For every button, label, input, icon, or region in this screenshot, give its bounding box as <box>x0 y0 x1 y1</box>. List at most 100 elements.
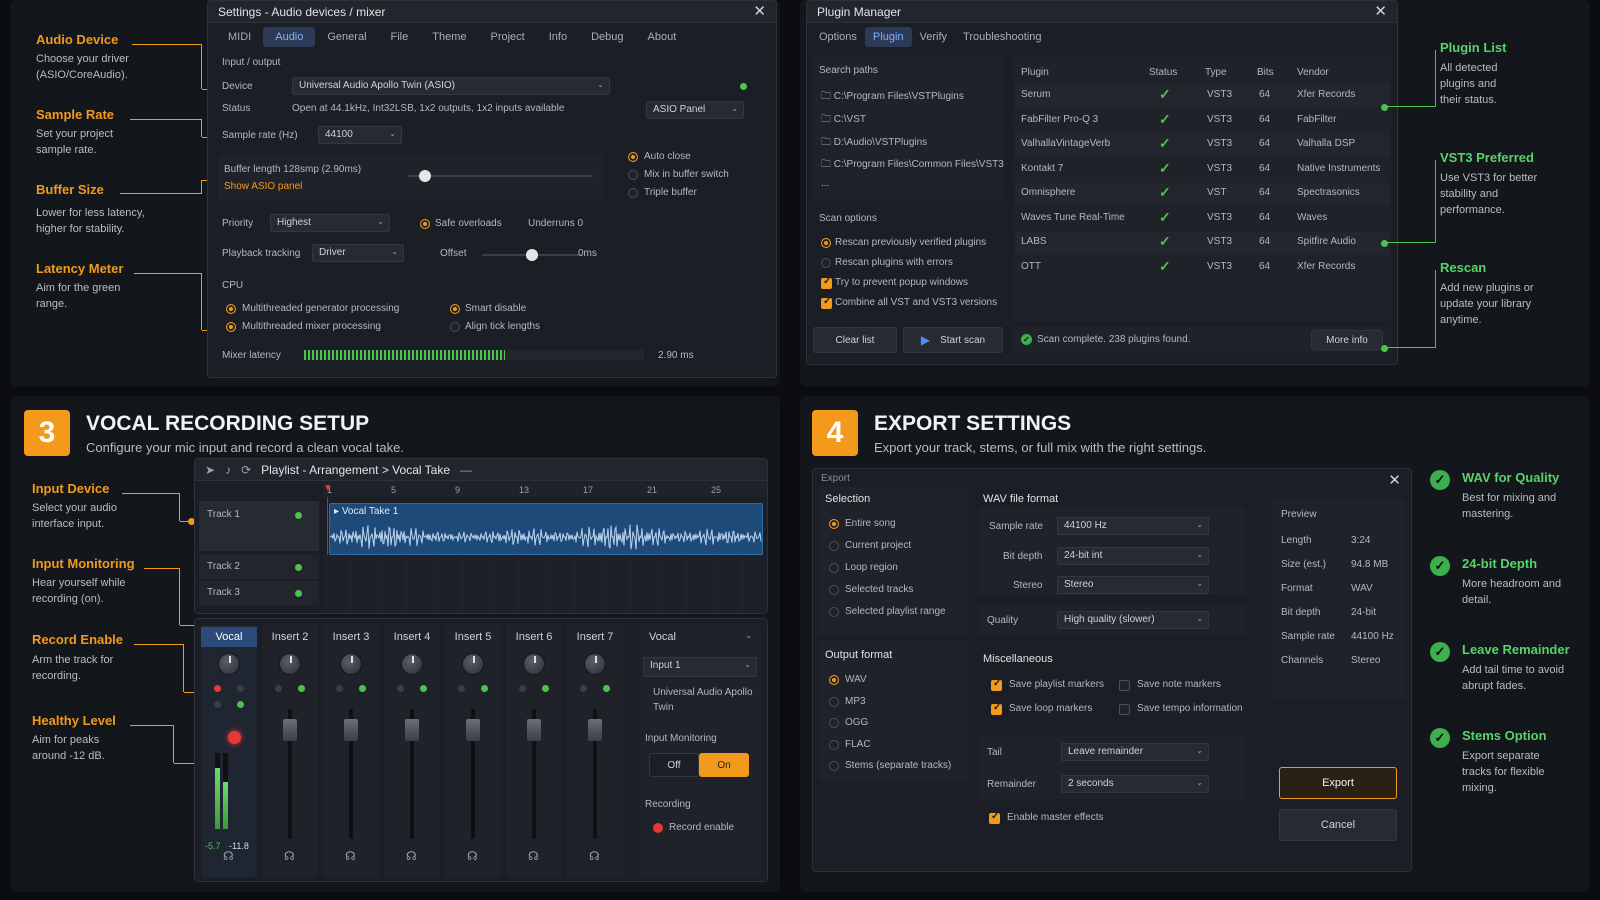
tab-general[interactable]: General <box>315 27 378 47</box>
send-led[interactable] <box>420 685 427 692</box>
send-led[interactable] <box>519 685 526 692</box>
pan-knob[interactable] <box>523 653 545 675</box>
metronome-icon[interactable]: ♪ <box>225 463 231 477</box>
format-radio[interactable] <box>829 739 839 750</box>
headphones-icon[interactable]: ☊ <box>406 849 417 863</box>
remainder-select[interactable]: 2 seconds ⌄ <box>1061 775 1209 793</box>
minimize-icon[interactable]: — <box>460 463 472 477</box>
send-led[interactable] <box>214 685 221 692</box>
path-item-more[interactable]: ... <box>821 178 829 189</box>
volume-fader-cap[interactable] <box>283 719 297 741</box>
mix-buffer-radio[interactable] <box>628 170 638 180</box>
send-led[interactable] <box>275 685 282 692</box>
export-sample-rate-select[interactable]: 44100 Hz ⌄ <box>1057 517 1209 535</box>
track-led[interactable] <box>295 564 302 571</box>
stereo-select[interactable]: Stereo ⌄ <box>1057 576 1209 594</box>
pan-knob[interactable] <box>401 653 423 675</box>
track-led[interactable] <box>295 512 302 519</box>
send-led[interactable] <box>458 685 465 692</box>
pan-knob[interactable] <box>279 653 301 675</box>
tab-options[interactable]: Options <box>811 27 865 47</box>
record-enable-icon[interactable] <box>653 823 663 833</box>
path-item[interactable]: 🗀 C:\Program Files\Common Files\VST3 <box>821 157 1004 174</box>
send-led[interactable] <box>603 685 610 692</box>
sample-rate-select[interactable]: 44100 ⌄ <box>318 126 402 144</box>
channel-label[interactable]: Insert 3 <box>323 627 379 647</box>
tab-info[interactable]: Info <box>537 27 579 47</box>
pan-knob[interactable] <box>218 653 240 675</box>
pan-knob[interactable] <box>462 653 484 675</box>
format-radio[interactable] <box>829 761 839 771</box>
monitoring-on-button[interactable]: On <box>699 753 749 777</box>
mt-generator-radio[interactable] <box>226 304 236 314</box>
align-tick-radio[interactable] <box>450 322 460 332</box>
send-led[interactable] <box>481 685 488 692</box>
triple-buffer-radio[interactable] <box>628 188 638 198</box>
bit-depth-select[interactable]: 24-bit int ⌄ <box>1057 547 1209 565</box>
volume-fader-cap[interactable] <box>588 719 602 741</box>
send-led[interactable] <box>336 685 343 692</box>
format-radio[interactable] <box>829 718 839 728</box>
mt-mixer-radio[interactable] <box>226 322 236 332</box>
format-radio[interactable] <box>829 696 839 707</box>
fx-led[interactable] <box>237 701 244 708</box>
start-scan-button[interactable]: ▶ Start scan <box>903 327 1003 353</box>
selection-radio[interactable] <box>829 585 839 595</box>
close-icon[interactable]: ✕ <box>753 4 766 19</box>
volume-fader-cap[interactable] <box>527 719 541 741</box>
channel-label[interactable]: Insert 4 <box>384 627 440 647</box>
buffer-slider-track[interactable] <box>408 175 593 177</box>
headphones-icon[interactable]: ☊ <box>223 849 234 863</box>
channel-label[interactable]: Insert 6 <box>506 627 562 647</box>
input-select[interactable]: Input 1 ⌄ <box>643 657 757 677</box>
tab-project[interactable]: Project <box>479 27 537 47</box>
offset-slider-thumb[interactable] <box>526 249 538 261</box>
clear-list-button[interactable]: Clear list <box>813 327 897 353</box>
channel-label[interactable]: Vocal <box>201 627 257 647</box>
selection-radio[interactable] <box>829 519 839 529</box>
priority-select[interactable]: Highest ⌄ <box>270 214 390 232</box>
headphones-icon[interactable]: ☊ <box>345 849 356 863</box>
tab-theme[interactable]: Theme <box>420 27 478 47</box>
playback-tracking-select[interactable]: Driver ⌄ <box>312 244 404 262</box>
device-select[interactable]: Universal Audio Apollo Twin (ASIO) ⌄ <box>292 77 610 95</box>
selection-radio[interactable] <box>829 607 839 617</box>
headphones-icon[interactable]: ☊ <box>467 849 478 863</box>
cancel-button[interactable]: Cancel <box>1279 809 1397 841</box>
send-led[interactable] <box>542 685 549 692</box>
pan-knob[interactable] <box>340 653 362 675</box>
rescan-errors-radio[interactable] <box>821 258 831 268</box>
tail-select[interactable]: Leave remainder ⌄ <box>1061 743 1209 761</box>
auto-close-radio[interactable] <box>628 152 638 162</box>
pan-knob[interactable] <box>584 653 606 675</box>
selection-radio[interactable] <box>829 541 839 551</box>
channel-name-select[interactable]: Vocal ⌄ <box>643 629 757 649</box>
path-item[interactable]: 🗀 C:\Program Files\VSTPlugins <box>821 89 964 106</box>
monitoring-off-button[interactable]: Off <box>649 753 699 777</box>
send-led[interactable] <box>359 685 366 692</box>
format-radio[interactable] <box>829 675 839 685</box>
headphones-icon[interactable]: ☊ <box>528 849 539 863</box>
loop-icon[interactable]: ⟳ <box>241 463 251 477</box>
more-info-button[interactable]: More info <box>1311 330 1383 350</box>
export-button[interactable]: Export <box>1279 767 1397 799</box>
save-loop-markers-checkbox[interactable] <box>991 702 1002 715</box>
volume-fader-cap[interactable] <box>466 719 480 741</box>
save-playlist-markers-checkbox[interactable] <box>991 678 1002 691</box>
master-effects-checkbox[interactable] <box>989 811 1000 824</box>
safe-overloads-radio[interactable] <box>420 219 430 229</box>
buffer-slider-thumb[interactable] <box>418 170 431 182</box>
save-tempo-checkbox[interactable] <box>1119 704 1130 715</box>
volume-fader-cap[interactable] <box>405 719 419 741</box>
record-button[interactable] <box>228 731 241 744</box>
prevent-popup-checkbox[interactable] <box>821 276 832 289</box>
tab-verify[interactable]: Verify <box>912 27 956 47</box>
selection-radio[interactable] <box>829 563 839 573</box>
tab-about[interactable]: About <box>636 27 689 47</box>
send-led[interactable] <box>580 685 587 692</box>
headphones-icon[interactable]: ☊ <box>284 849 295 863</box>
close-icon[interactable]: ✕ <box>1388 473 1401 488</box>
tab-plugin[interactable]: Plugin <box>864 27 912 47</box>
volume-fader-cap[interactable] <box>344 719 358 741</box>
channel-label[interactable]: Insert 2 <box>262 627 318 647</box>
